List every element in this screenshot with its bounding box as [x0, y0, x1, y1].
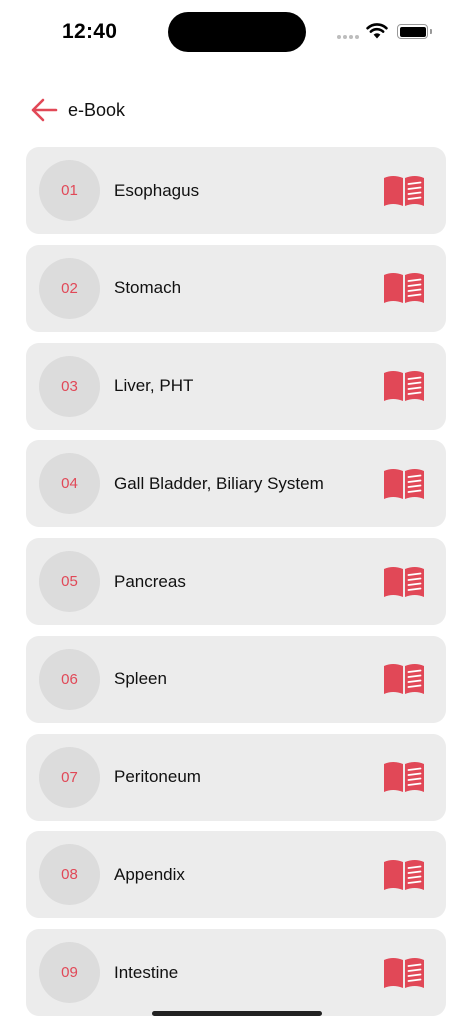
header: e-Book: [28, 92, 125, 128]
chapter-title: Peritoneum: [114, 767, 201, 786]
chapter-item-09[interactable]: 09 Intestine: [26, 929, 446, 1016]
chapter-item-07[interactable]: 07 Peritoneum: [26, 733, 446, 821]
chapter-title: Spleen: [114, 669, 167, 689]
chapter-item-05[interactable]: 05 Pancreas: [26, 538, 446, 625]
chapter-number-badge: 02: [39, 257, 100, 319]
open-book-icon[interactable]: [382, 956, 426, 990]
chapter-title: Intestine: [114, 962, 179, 982]
chapter-item-02[interactable]: 02 Stomach: [26, 244, 446, 332]
cellular-signal-icon: [337, 35, 359, 39]
wifi-icon: [366, 23, 388, 39]
chapter-item-04[interactable]: 04 Gall Bladder, Biliary System: [26, 440, 446, 528]
chapter-title: Gall Bladder, Biliary System: [114, 473, 324, 493]
open-book-icon[interactable]: [382, 271, 426, 305]
back-button[interactable]: [28, 94, 60, 126]
chapter-list: 01 Esophagus 02 Stomach 03 Liver, PHT 04…: [26, 147, 446, 1024]
page-title: e-Book: [68, 99, 126, 120]
chapter-number-badge: 05: [39, 551, 100, 612]
chapter-number-badge: 01: [39, 160, 100, 221]
status-bar: 12:40: [0, 0, 473, 64]
chapter-title: Liver, PHT: [114, 376, 194, 395]
arrow-left-icon: [31, 98, 58, 122]
chapter-number-badge: 07: [39, 746, 100, 808]
chapter-number-badge: 09: [39, 942, 100, 1003]
chapter-number-badge: 03: [39, 355, 100, 417]
chapter-title: Pancreas: [114, 571, 186, 591]
chapter-item-03[interactable]: 03 Liver, PHT: [26, 342, 446, 430]
chapter-number-badge: 04: [39, 453, 100, 515]
chapter-title: Esophagus: [114, 180, 200, 200]
open-book-icon[interactable]: [382, 467, 426, 501]
chapter-title: Stomach: [114, 278, 182, 298]
home-indicator[interactable]: [152, 1011, 322, 1016]
ebook-screen: 12:40 e-Book 01 Esophagus 02 Stomach 03 …: [0, 0, 473, 1024]
chapter-item-08[interactable]: 08 Appendix: [26, 831, 446, 919]
dynamic-island: [168, 12, 306, 52]
open-book-icon[interactable]: [382, 565, 426, 599]
open-book-icon[interactable]: [382, 858, 426, 892]
open-book-icon[interactable]: [382, 369, 426, 403]
status-time: 12:40: [62, 20, 118, 43]
chapter-title: Appendix: [114, 864, 185, 884]
chapter-number-badge: 06: [39, 648, 100, 710]
chapter-number-badge: 08: [39, 844, 100, 906]
chapter-item-01[interactable]: 01 Esophagus: [26, 147, 446, 234]
open-book-icon[interactable]: [382, 760, 426, 794]
open-book-icon[interactable]: [382, 662, 426, 696]
chapter-item-06[interactable]: 06 Spleen: [26, 635, 446, 723]
battery-icon: [397, 24, 428, 39]
open-book-icon[interactable]: [382, 174, 426, 208]
